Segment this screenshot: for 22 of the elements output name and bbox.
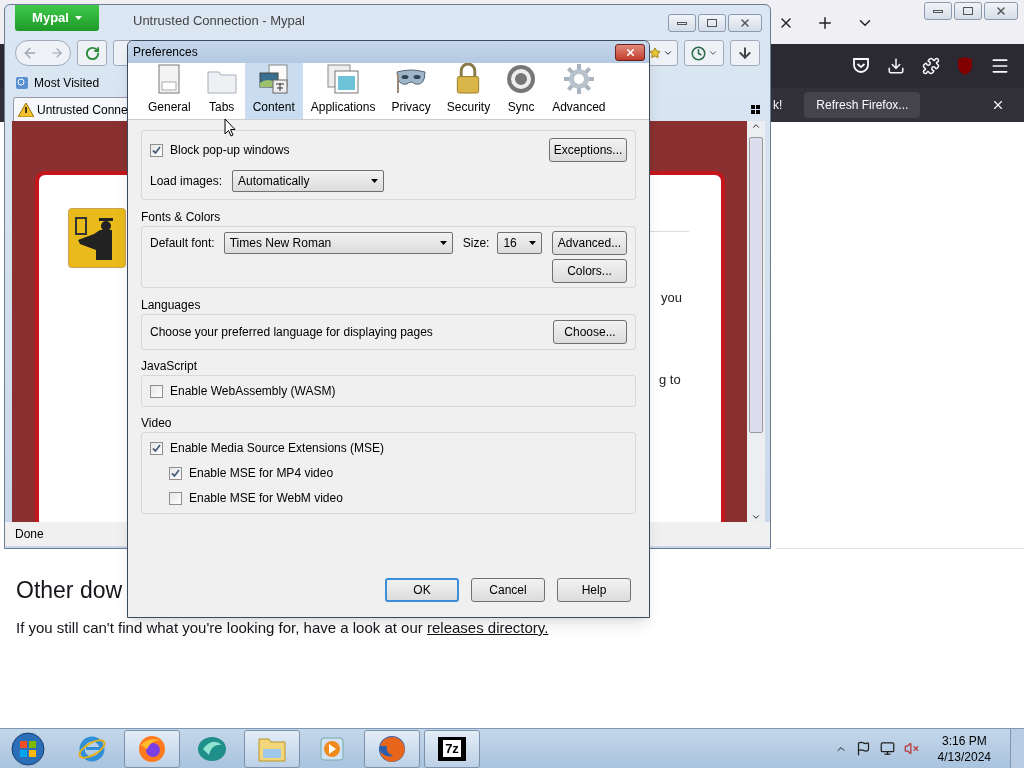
checkbox-label: Enable MSE for MP4 video	[189, 465, 334, 482]
body-text: you	[660, 289, 683, 307]
group-title: Languages	[141, 297, 202, 314]
status-text: Done	[15, 526, 44, 543]
field-label: Size:	[462, 235, 490, 252]
description-text: Choose your preferred language for displaying pages	[150, 324, 433, 341]
dialog-title: Preferences	[133, 44, 198, 61]
checkbox-label: Enable MSE for WebM video	[189, 490, 343, 507]
checkbox-label: Enable WebAssembly (WASM)	[170, 383, 336, 400]
field-label: Load images:	[150, 173, 223, 190]
section-heading: Other dow	[16, 576, 123, 605]
group-title: Video	[141, 415, 173, 432]
checkbox-label: Enable Media Source Extensions (MSE)	[170, 440, 385, 457]
checkbox-label: Block pop-up windows	[170, 142, 290, 159]
paragraph: If you still can't find what you're looking for, have a look at our releases directory.	[16, 618, 550, 638]
body-text: g to	[658, 370, 682, 389]
group-title: JavaScript	[141, 358, 199, 375]
group-title: Fonts & Colors	[141, 209, 222, 226]
window-title: Untrusted Connection - Mypal	[133, 12, 305, 30]
field-label: Default font:	[150, 235, 215, 252]
archiver-logo: 7z	[438, 736, 466, 761]
notification-text: k!	[773, 97, 783, 114]
